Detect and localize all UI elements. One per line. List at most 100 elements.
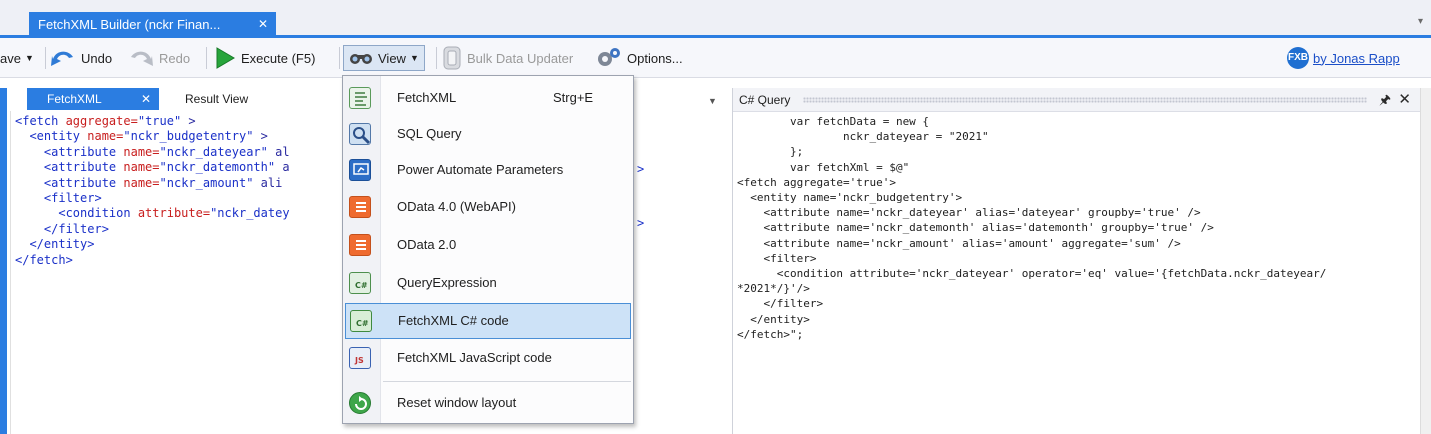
menu-item-label: Reset window layout: [397, 395, 517, 410]
bulk-data-updater-icon: [443, 46, 461, 70]
code-token: "nckr_datey: [210, 206, 290, 221]
options-button[interactable]: Options...: [596, 38, 683, 78]
csharp-panel-header: C# Query 🖈 ✕: [733, 88, 1421, 112]
author-link[interactable]: FXB by Jonas Rapp: [1287, 38, 1400, 78]
code-token: name=: [80, 129, 124, 144]
view-menu: FetchXML Strg+E SQL Query Power Automate…: [342, 75, 634, 424]
javascript-code-icon: JS: [349, 347, 371, 369]
code-token: <condition: [15, 206, 131, 221]
tab-result-view[interactable]: Result View: [175, 88, 275, 110]
redo-icon: [131, 51, 153, 66]
menu-item-shortcut: Strg+E: [553, 90, 594, 105]
menu-item-label: FetchXML: [397, 90, 457, 105]
odata4-icon: [349, 196, 371, 218]
xml-overflow-mark: >: [637, 162, 645, 176]
code-token: "true": [137, 114, 182, 128]
execute-button[interactable]: Execute (F5): [214, 38, 315, 78]
sql-query-icon: [349, 123, 371, 145]
code-token: <attribute: [15, 160, 117, 175]
chevron-down-icon: ▼: [409, 53, 419, 63]
menu-item-label: Power Automate Parameters: [397, 162, 564, 177]
chevron-down-icon: ▼: [24, 53, 34, 63]
view-button[interactable]: View ▼: [343, 45, 425, 71]
odata2-icon: [349, 234, 371, 256]
code-token: "nckr_dateyear": [159, 144, 268, 159]
menu-item-label: SQL Query: [397, 126, 462, 141]
code-token: name=: [116, 144, 160, 159]
toolbar: ave ▼ Undo Redo Execute (F5) View ▼ Bulk…: [0, 38, 1431, 78]
save-button[interactable]: ave ▼: [0, 38, 34, 78]
binoculars-icon: [350, 54, 372, 64]
code-token: "nckr_datemonth": [159, 160, 276, 175]
tab-overflow-icon[interactable]: ▾: [1418, 16, 1423, 27]
code-token: ali: [253, 175, 283, 190]
code-token: <fetch: [15, 114, 59, 128]
gear-icon: [598, 48, 620, 66]
redo-button[interactable]: Redo: [128, 38, 190, 78]
code-token: </filter>: [15, 221, 109, 236]
close-tab-icon[interactable]: ✕: [258, 12, 268, 37]
csharp-query-panel: C# Query 🖈 ✕ var fetchData = new { nckr_…: [732, 88, 1421, 434]
save-label: ave: [0, 50, 21, 66]
fetchxml-doc-icon: [349, 87, 371, 109]
menu-item-label: QueryExpression: [397, 275, 497, 290]
pin-icon[interactable]: 🖈: [1379, 91, 1391, 113]
code-token: <entity: [15, 129, 81, 144]
menu-item-fetchxml-csharp[interactable]: C# FetchXML C# code: [345, 303, 631, 339]
document-tab-title: FetchXML Builder (nckr Finan...: [38, 17, 221, 32]
fxb-logo-icon: FXB: [1287, 47, 1309, 69]
menu-item-label: FetchXML JavaScript code: [397, 350, 552, 365]
code-token: attribute=: [130, 206, 211, 221]
vertical-scrollbar[interactable]: [1420, 88, 1431, 434]
options-label: Options...: [627, 50, 683, 66]
code-token: </entity>: [15, 237, 95, 252]
close-icon[interactable]: ✕: [141, 88, 151, 110]
menu-item-power-automate[interactable]: Power Automate Parameters: [345, 153, 631, 189]
code-token: <filter>: [15, 191, 102, 206]
code-token: <attribute: [15, 144, 117, 159]
toolbar-divider: [436, 47, 437, 69]
undo-button[interactable]: Undo: [50, 38, 112, 78]
code-token: name=: [116, 160, 160, 175]
document-tabstrip: FetchXML Builder (nckr Finan... ✕ ▾: [0, 0, 1431, 37]
menu-item-reset-layout[interactable]: Reset window layout: [345, 386, 631, 422]
code-token: >: [181, 114, 196, 128]
view-label: View: [378, 50, 406, 66]
query-expression-icon: C#: [349, 272, 371, 294]
toolbar-divider: [206, 47, 207, 69]
menu-item-fetchxml-javascript[interactable]: JS FetchXML JavaScript code: [345, 341, 631, 377]
author-link-label[interactable]: by Jonas Rapp: [1313, 51, 1400, 66]
menu-item-fetchxml[interactable]: FetchXML Strg+E: [345, 81, 631, 117]
csharp-code-icon: C#: [350, 310, 372, 332]
code-token: <attribute: [15, 175, 117, 190]
code-token: </fetch>: [15, 252, 73, 267]
code-token: name=: [116, 175, 160, 190]
panel-grip[interactable]: [803, 97, 1367, 103]
panel-dropdown-icon[interactable]: ▼: [708, 96, 717, 106]
menu-item-odata-2[interactable]: OData 2.0: [345, 228, 631, 264]
toolbar-divider: [339, 47, 340, 69]
undo-label: Undo: [81, 50, 113, 66]
toolbar-divider: [45, 47, 46, 69]
close-icon[interactable]: ✕: [1398, 90, 1411, 108]
code-token: "nckr_amount": [159, 175, 254, 190]
menu-item-sql-query[interactable]: SQL Query: [345, 117, 631, 153]
code-token: "nckr_budgetentry": [123, 129, 254, 144]
document-tab[interactable]: FetchXML Builder (nckr Finan... ✕: [29, 12, 276, 37]
code-token: >: [253, 129, 268, 144]
menu-item-odata-4[interactable]: OData 4.0 (WebAPI): [345, 190, 631, 226]
execute-label: Execute (F5): [241, 50, 316, 66]
csharp-panel-title: C# Query: [739, 93, 791, 107]
bulk-data-updater-button[interactable]: Bulk Data Updater: [442, 38, 573, 78]
menu-item-label: FetchXML C# code: [398, 313, 509, 328]
code-token: al: [267, 144, 290, 159]
undo-icon: [51, 51, 73, 66]
csharp-code[interactable]: var fetchData = new { nckr_dateyear = "2…: [737, 114, 1326, 342]
bulk-data-updater-label: Bulk Data Updater: [467, 50, 574, 66]
left-panel-accent: [0, 88, 7, 434]
reset-layout-icon: [349, 392, 371, 414]
code-token: a: [275, 160, 290, 175]
tab-fetchxml[interactable]: FetchXML ✕: [27, 88, 159, 110]
menu-item-query-expression[interactable]: C# QueryExpression: [345, 266, 631, 302]
tab-fetchxml-label: FetchXML: [47, 92, 102, 106]
